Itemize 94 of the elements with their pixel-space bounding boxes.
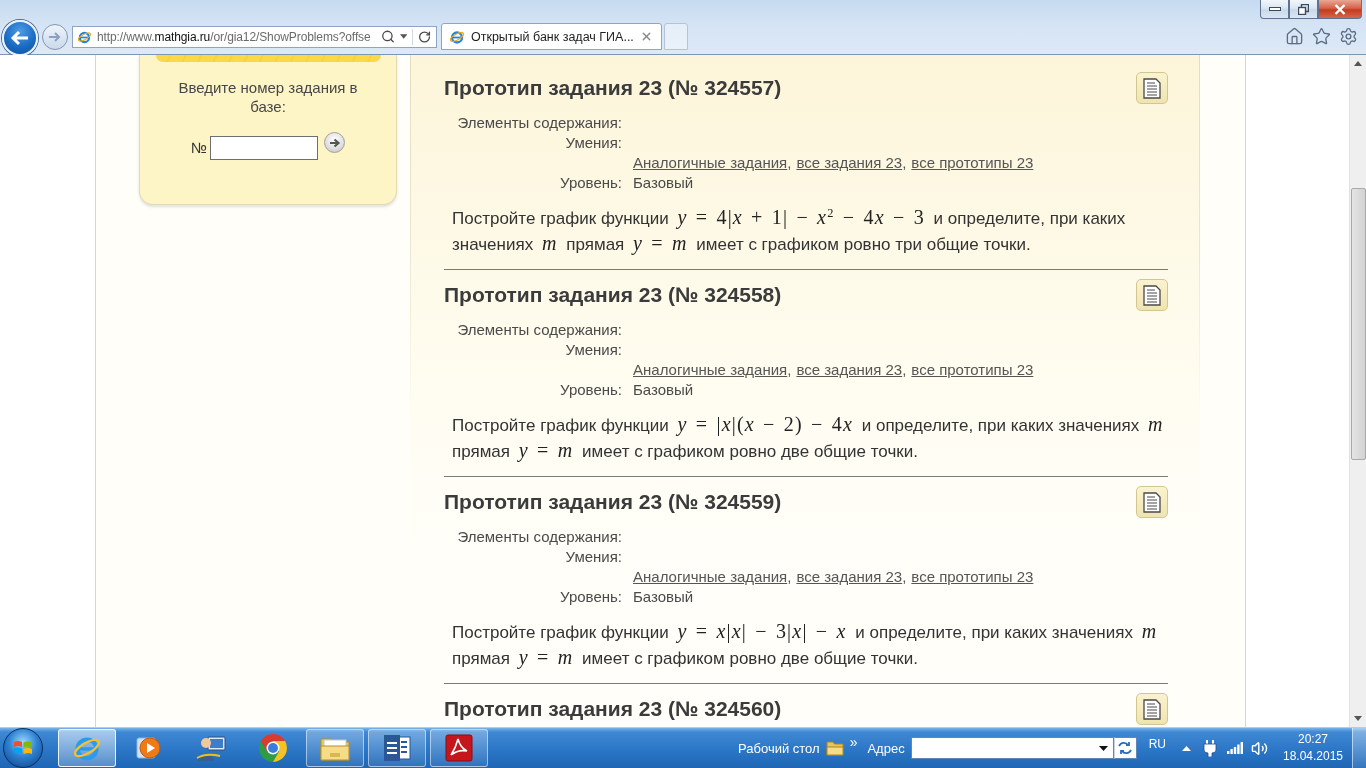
link-separator: , [902, 360, 907, 378]
caret-down-icon [1354, 716, 1362, 721]
link-separator: , [787, 153, 792, 171]
swap-arrows-icon [1117, 741, 1134, 755]
clock-date[interactable]: 18.04.2015 [1282, 748, 1344, 765]
field-label: Умения: [564, 340, 622, 358]
problem-title: Прототип задания 23 (№ 324558) [444, 283, 782, 307]
caret-down-icon[interactable] [399, 34, 408, 39]
arrow-right-icon [328, 137, 341, 148]
task-number-prompt: Введите номер задания в базе: [177, 78, 359, 116]
play-icon [136, 735, 162, 761]
field-value: Базовый [633, 380, 695, 398]
related-link[interactable]: все прототипы 23 [911, 567, 1034, 585]
restore-icon [1298, 3, 1309, 15]
taskbar-app-button[interactable] [368, 729, 426, 767]
back-button[interactable] [2, 19, 38, 56]
field-label: Элементы содержания: [456, 320, 622, 338]
browser-logo-icon [449, 28, 465, 45]
taskbar-app-button[interactable] [58, 729, 116, 767]
field-label: Элементы содержания: [456, 113, 622, 131]
taskbar-address-field[interactable] [910, 737, 1114, 759]
field-value: Базовый [633, 587, 695, 605]
minimize-icon [1268, 7, 1281, 11]
problem-statement: Постройте график функции y = 4|x + 1| − x$^{2}$ − 4x − 3 и определите, при каких значениях m прямая y = m имеет с графиком ровно три общие точки. [451, 205, 1127, 257]
home-icon[interactable] [1285, 27, 1304, 46]
power-plug-icon[interactable] [1203, 739, 1217, 757]
related-link[interactable]: Аналогичные задания [633, 567, 788, 585]
caret-down-icon[interactable] [1098, 745, 1108, 751]
scrollbar-thumb[interactable] [1350, 188, 1366, 460]
flag-icon [13, 739, 33, 757]
start-button[interactable] [3, 728, 43, 768]
number-sign-label: № [190, 138, 208, 158]
document-icon [1143, 698, 1161, 720]
go-button[interactable] [1113, 737, 1137, 759]
document-button[interactable] [1136, 72, 1168, 104]
close-button[interactable] [1318, 0, 1362, 19]
document-button[interactable] [1136, 486, 1168, 518]
field-label: Элементы содержания: [456, 527, 622, 545]
caret-up-icon [1182, 745, 1191, 751]
refresh-icon[interactable] [417, 29, 431, 44]
document-button[interactable] [1136, 693, 1168, 725]
caret-up-icon [1354, 61, 1362, 66]
show-hidden-icons-button[interactable] [1182, 745, 1191, 751]
folder-icon [825, 740, 844, 756]
problem-title: Прототип задания 23 (№ 324560) [444, 697, 782, 721]
document-icon [1143, 77, 1161, 99]
related-link[interactable]: Аналогичные задания [633, 360, 788, 378]
go-button[interactable] [324, 132, 346, 153]
show-desktop-button[interactable] [1352, 728, 1366, 768]
clock-time[interactable]: 20:27 [1298, 731, 1328, 748]
user-monitor-icon [196, 734, 226, 762]
address-bar[interactable]: http://www.mathgia.ru/or/gia12/ShowProblems?offse [72, 25, 437, 48]
swirl-tile-icon [445, 734, 473, 762]
field-value: Базовый [633, 173, 695, 191]
minimize-button[interactable] [1260, 0, 1289, 19]
field-label: Уровень: [559, 587, 622, 605]
document-button[interactable] [1136, 279, 1168, 311]
close-icon [1334, 3, 1346, 15]
document-icon [1143, 284, 1161, 306]
link-separator: , [902, 153, 907, 171]
desktop-toolbar-button[interactable]: Рабочий стол [738, 740, 820, 756]
link-separator: , [902, 567, 907, 585]
settings-icon[interactable] [1339, 27, 1358, 46]
problem-title: Прототип задания 23 (№ 324559) [444, 490, 782, 514]
document-tile-icon [382, 733, 412, 763]
problem-statement: Постройте график функции y = x|x| − 3|x| − x и определите, при каких значениях m прямая y = m имеет с графиком ровно две общие точки. [451, 619, 1159, 671]
restore-button[interactable] [1289, 0, 1318, 19]
circle-logo-icon [258, 733, 288, 763]
field-label: Умения: [564, 133, 622, 151]
problem-statement: Постройте график функции y = |x|(x − 2) − 4x и определите, при каких значениях m прямая y = m имеет с графиком ровно две общие точки. [451, 412, 1165, 464]
signal-bars-icon[interactable] [1227, 742, 1243, 754]
language-indicator[interactable]: RU [1148, 737, 1166, 751]
search-icon[interactable] [380, 29, 395, 44]
taskbar-app-button[interactable] [306, 729, 364, 767]
browser-tab[interactable]: Открытый банк задач ГИА... [441, 23, 662, 50]
related-link[interactable]: все прототипы 23 [911, 360, 1034, 378]
related-link[interactable]: все прототипы 23 [911, 153, 1034, 171]
address-label: Адрес [867, 740, 905, 756]
speaker-icon[interactable] [1251, 739, 1268, 757]
problem-title: Прототип задания 23 (№ 324557) [444, 76, 782, 100]
link-separator: , [787, 360, 792, 378]
link-separator: , [787, 567, 792, 585]
related-link[interactable]: Аналогичные задания [633, 153, 788, 171]
document-icon [1143, 491, 1161, 513]
field-label: Умения: [564, 547, 622, 565]
toolbar-overflow-button[interactable]: » [849, 735, 858, 749]
field-label: Уровень: [559, 173, 622, 191]
field-label: Уровень: [559, 380, 622, 398]
star-icon[interactable] [1312, 27, 1331, 46]
task-number-input[interactable] [210, 136, 319, 160]
scrollbar[interactable] [1349, 55, 1366, 727]
taskbar-app-button[interactable] [430, 729, 488, 767]
arrow-right-icon [48, 30, 62, 43]
arrow-left-icon [10, 29, 30, 46]
